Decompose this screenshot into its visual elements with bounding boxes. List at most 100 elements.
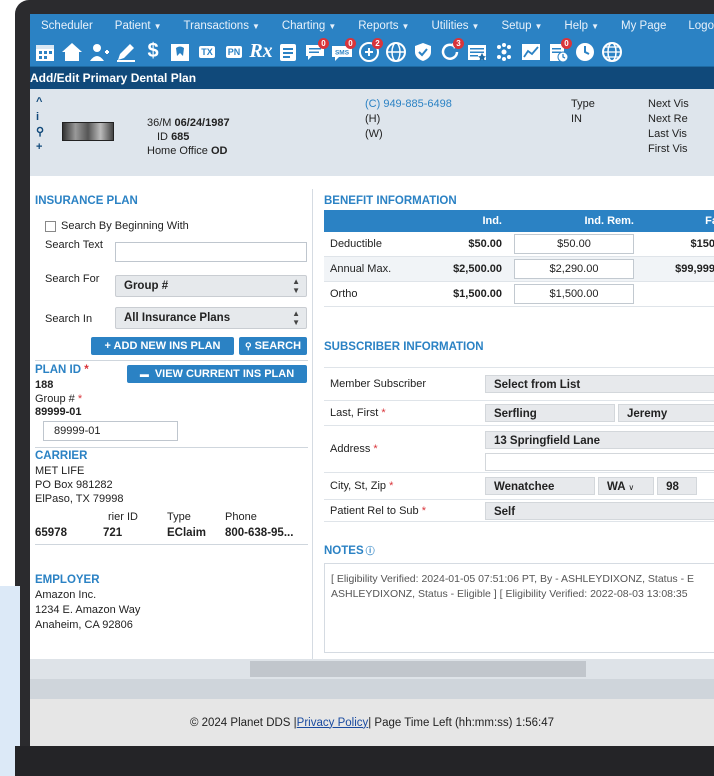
benefit-header: BENEFIT INFORMATION (324, 195, 457, 207)
last-name-input[interactable]: Serfling (484, 404, 615, 422)
menu-item-setup[interactable]: Setup ▼ (490, 20, 553, 32)
menu-item-patient[interactable]: Patient ▼ (104, 20, 173, 32)
search-in-label: Search In (45, 313, 93, 325)
sms-icon[interactable]: SMS 0 (330, 37, 356, 64)
group-label: Group # * (35, 393, 82, 405)
view-current-ins-plan-button[interactable]: ▬ VIEW CURRENT INS PLAN (127, 365, 307, 383)
search-icon: ⚲ (244, 340, 252, 351)
refresh-icon[interactable]: 3 (438, 37, 464, 64)
next-visit-label: Next Vis (648, 98, 689, 110)
required-marker: * (381, 407, 386, 419)
edit-icon[interactable] (114, 40, 138, 64)
main-menu: Scheduler Patient ▼ Transactions ▼ Charting ▼ R… (30, 14, 714, 37)
menu-item-my-page[interactable]: My Page (610, 20, 677, 32)
search-in-select[interactable]: All Insurance Plans ▲ ▼ (115, 307, 307, 329)
search-in-value: All Insurance Plans (124, 312, 231, 324)
icon-toolbar: $ TX PN Rx 0 SMS 0 2 3 0 (30, 37, 714, 67)
address-label: Address * (324, 425, 479, 473)
calendar-icon[interactable] (33, 40, 57, 64)
caret-down-icon: ▼ (328, 21, 337, 31)
menu-item-scheduler[interactable]: Scheduler (30, 20, 104, 32)
address-line2-input[interactable] (484, 452, 714, 471)
caret-down-icon: ▼ (591, 21, 599, 31)
group-number-input[interactable]: 89999-01 (43, 421, 178, 441)
claims-icon[interactable] (465, 40, 489, 64)
checkbox-box[interactable] (45, 220, 56, 232)
first-visit-label: First Vis (648, 143, 688, 155)
ind-value: $50.00 (411, 232, 508, 257)
menu-item-reports[interactable]: Reports ▼ (347, 20, 420, 32)
notification-badge: 3 (453, 37, 464, 49)
info-icon[interactable]: i (36, 110, 44, 125)
menu-item-charting[interactable]: Charting ▼ (271, 20, 347, 32)
clock-icon[interactable] (573, 40, 597, 64)
tooth-chart-icon[interactable] (168, 40, 192, 64)
insurance-plan-header: INSURANCE PLAN (35, 195, 138, 207)
city-input[interactable]: Wenatchee (484, 477, 595, 495)
employer-address-line2: Anaheim, CA 92806 (35, 619, 133, 631)
notes-area[interactable]: [ Eligibility Verified: 2024-01-05 07:51… (324, 563, 714, 653)
privacy-policy-link[interactable]: Privacy Policy (297, 717, 369, 729)
plan-id-label: PLAN ID * (35, 364, 89, 376)
tooth-icon[interactable] (492, 40, 516, 64)
ind-rem-input[interactable]: $50.00 (514, 234, 634, 254)
notes-header: NOTES ⓘ (324, 544, 375, 557)
eligibility-icon[interactable]: 0 (546, 37, 572, 64)
address-line1-input[interactable]: 13 Springfield Lane (484, 430, 714, 449)
add-new-ins-plan-button[interactable]: + ADD NEW INS PLAN (91, 337, 234, 355)
ind-rem-input[interactable]: $1,500.00 (514, 284, 634, 304)
info-icon[interactable]: ⓘ (366, 546, 375, 556)
menu-item-logo[interactable]: Logo (677, 20, 714, 32)
graph-icon[interactable] (519, 40, 543, 64)
phone-work: (W) (365, 128, 383, 140)
world-icon[interactable] (600, 40, 624, 64)
progress-notes-icon[interactable]: PN (222, 40, 246, 64)
rel-cell: Self (478, 499, 714, 522)
forms-icon[interactable] (276, 40, 300, 64)
col-carrier-id: rier ID (108, 511, 138, 523)
member-subscriber-select[interactable]: Select from List (484, 375, 714, 393)
state-select[interactable]: WA ∨ (598, 477, 654, 495)
add-icon[interactable]: + (36, 140, 44, 155)
horizontal-scrollbar[interactable] (30, 659, 714, 679)
home-icon[interactable] (60, 40, 84, 64)
search-for-select[interactable]: Group # ▲ ▼ (115, 275, 307, 297)
dollar-icon[interactable]: $ (141, 40, 165, 64)
fam-value: $99,999. (640, 256, 714, 282)
collapse-icon[interactable]: ^ (36, 95, 44, 110)
page-footer: © 2024 Planet DDS | Privacy Policy | Pag… (30, 699, 714, 746)
scrollbar-thumb[interactable] (250, 661, 586, 677)
referral-icon[interactable]: 2 (357, 37, 383, 64)
laptop-bottom-bezel (15, 746, 714, 776)
globe-icon[interactable] (384, 40, 408, 64)
ind-rem-input[interactable]: $2,290.00 (514, 259, 634, 279)
prescription-icon[interactable]: Rx (249, 40, 273, 64)
carrier-phone: 800-638-95... (225, 527, 294, 539)
phone-cell[interactable]: (C) 949-885-6498 (365, 97, 452, 112)
ind-value: $1,500.00 (411, 281, 508, 307)
add-patient-icon[interactable] (87, 40, 111, 64)
group-value: 89999-01 (35, 406, 82, 418)
address-label-text: Address (330, 443, 371, 455)
menu-item-transactions[interactable]: Transactions ▼ (173, 20, 271, 32)
search-beginning-checkbox[interactable]: Search By Beginning With (45, 220, 189, 232)
zip-input[interactable]: 98 (657, 477, 698, 495)
patient-rel-select[interactable]: Self (484, 501, 714, 520)
required-marker: * (84, 364, 89, 376)
menu-item-utilities[interactable]: Utilities ▼ (420, 20, 490, 32)
search-text-input[interactable] (115, 242, 307, 262)
patient-visits: Next Vis Next Re Last Vis First Vis (648, 97, 689, 157)
shield-icon[interactable] (411, 40, 435, 64)
menu-item-help[interactable]: Help ▼ (553, 20, 610, 32)
patient-phones: (C) 949-885-6498 (H) (W) (365, 97, 452, 142)
attachment-icon[interactable]: ⚲ (36, 125, 44, 140)
carrier-name: MET LIFE (35, 465, 85, 477)
xray-thumbnail[interactable] (62, 122, 114, 141)
ind-value: $2,500.00 (411, 256, 508, 282)
tx-plan-icon-label: TX (199, 45, 215, 58)
messages-icon[interactable]: 0 (303, 37, 329, 64)
tx-plan-icon[interactable]: TX (195, 40, 219, 64)
search-button[interactable]: ⚲ SEARCH (239, 337, 307, 355)
table-row: Patient Rel to Sub * Self (324, 499, 714, 522)
first-name-input[interactable]: Jeremy (618, 404, 714, 422)
